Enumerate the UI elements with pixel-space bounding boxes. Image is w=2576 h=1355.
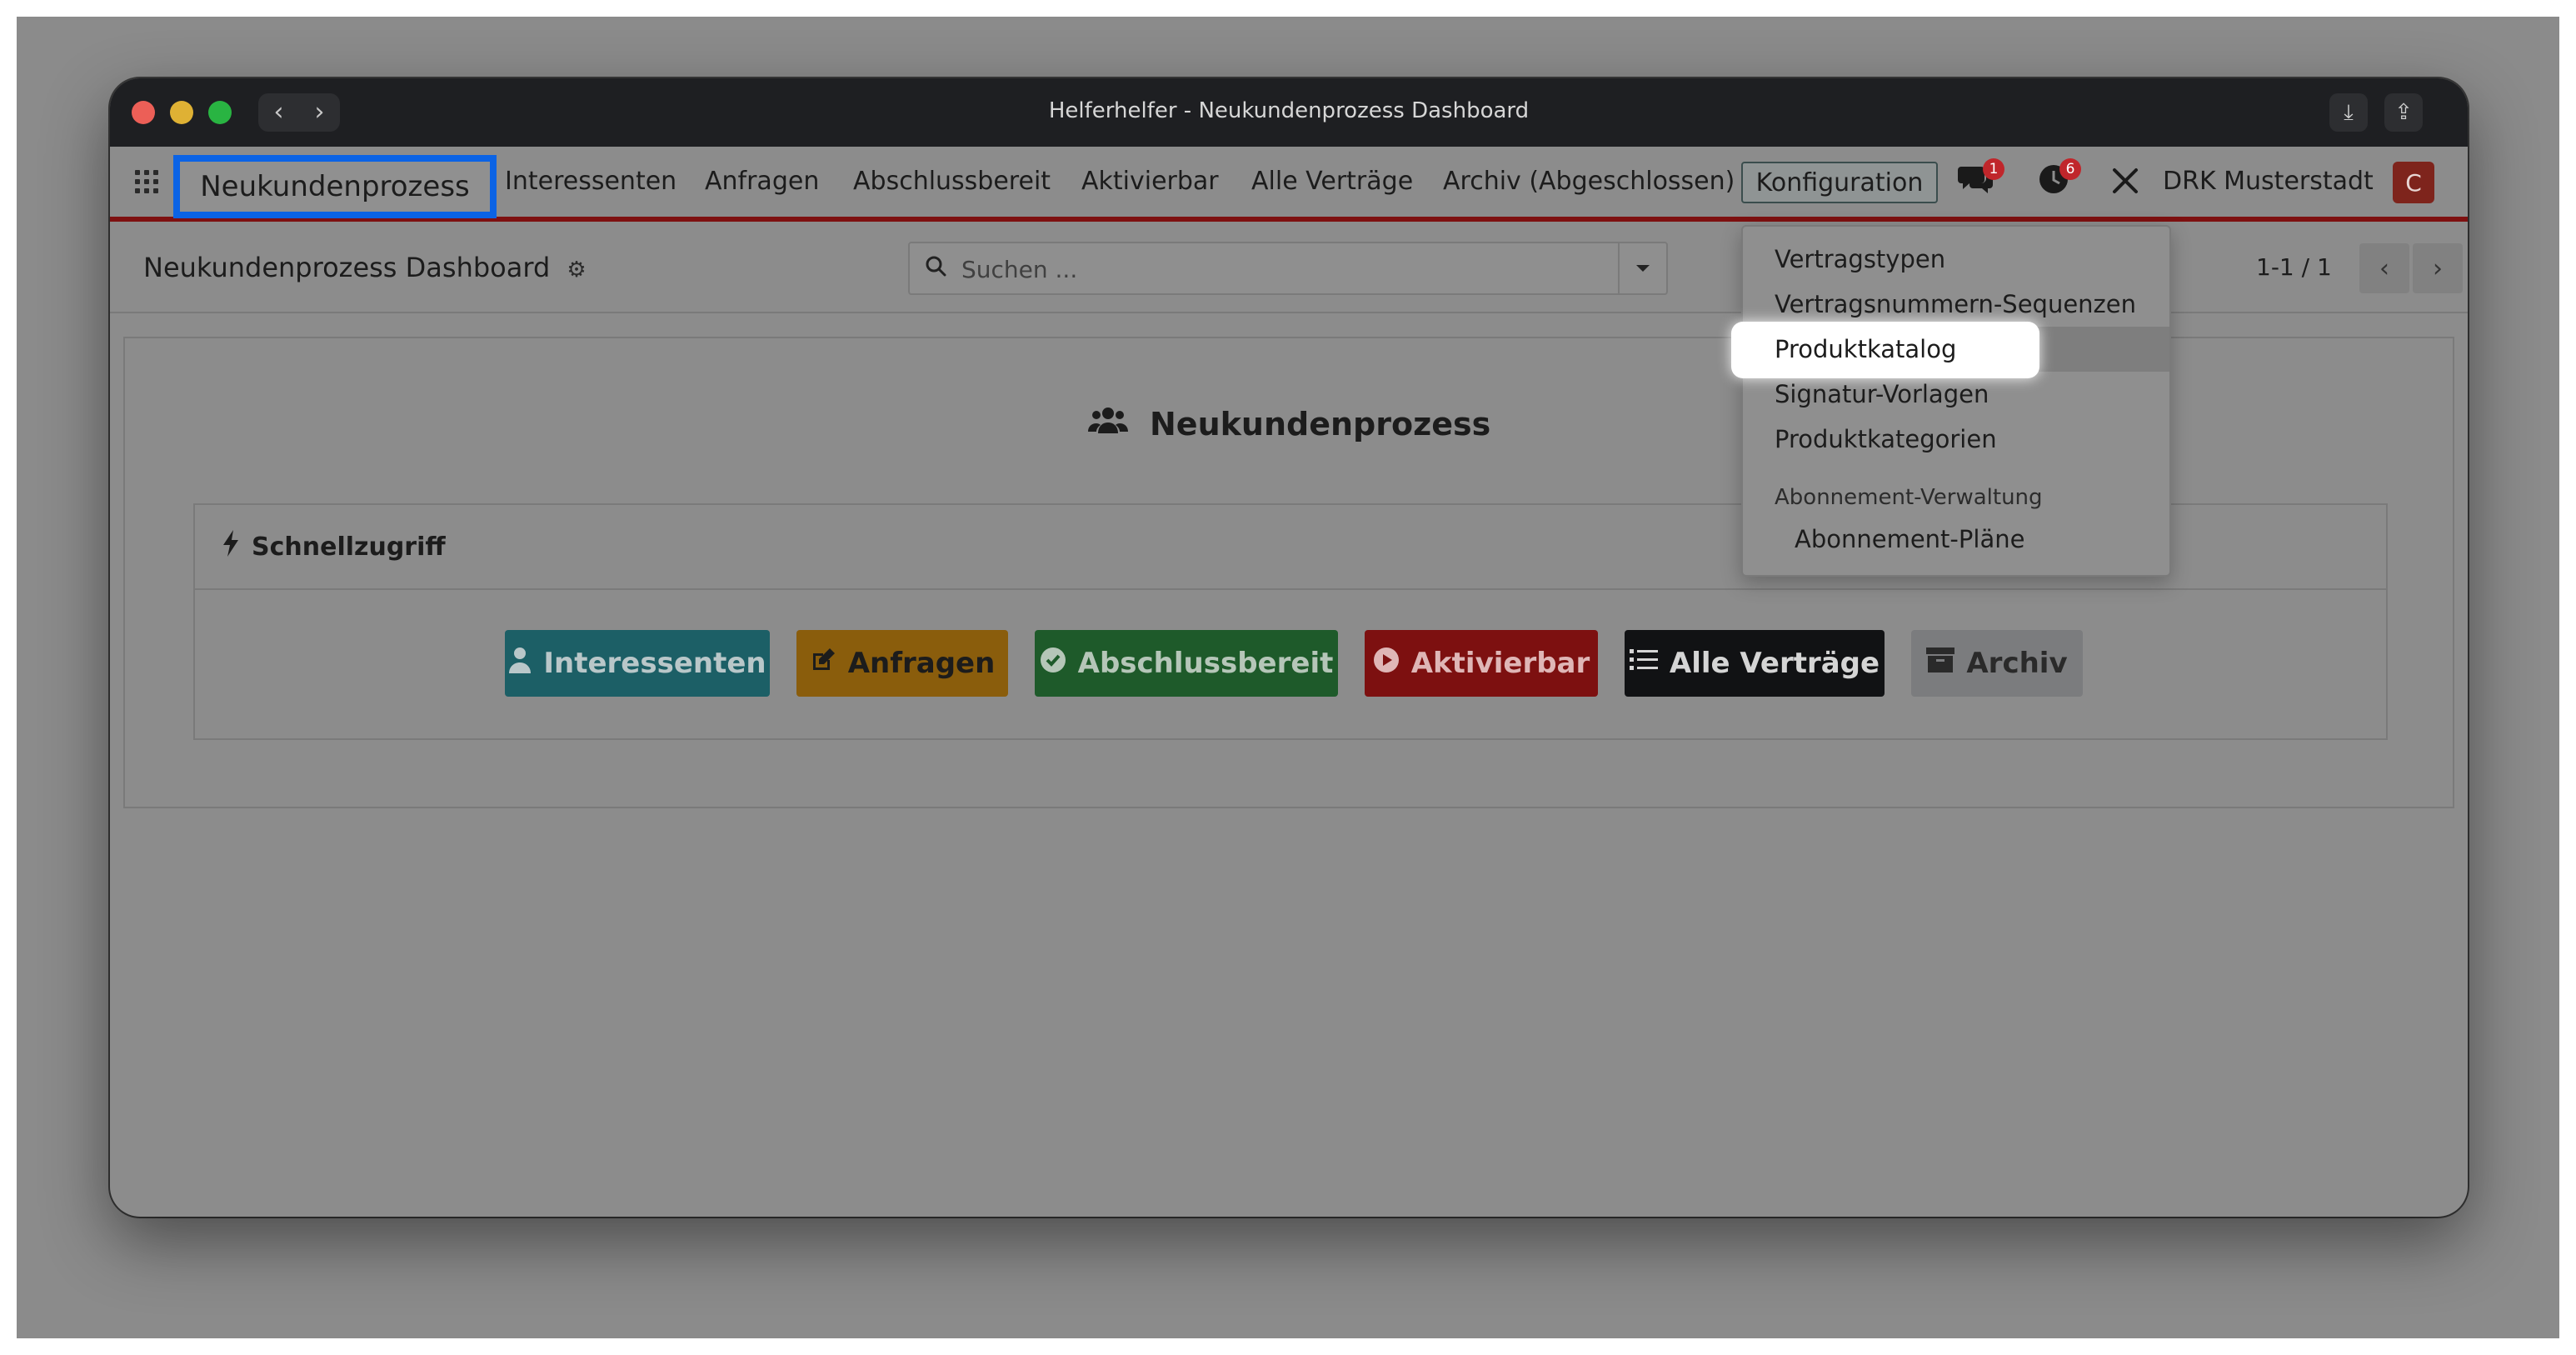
search-icon: [925, 255, 946, 282]
menu-section-abonnement-verwaltung: Abonnement-Verwaltung: [1775, 485, 2043, 510]
quick-button-abschlussbereit[interactable]: Abschlussbereit: [1035, 630, 1338, 697]
pager-previous-button[interactable]: ‹: [2359, 243, 2409, 293]
main-navbar: Neukundenprozess Interessenten Anfragen …: [110, 147, 2468, 222]
nav-item-abschlussbereit[interactable]: Abschlussbereit: [853, 167, 1051, 196]
menu-item-produktkategorien[interactable]: Produktkategorien: [1775, 425, 1997, 453]
nav-item-interessenten[interactable]: Interessenten: [505, 167, 676, 196]
quick-button-anfragen[interactable]: Anfragen: [796, 630, 1008, 697]
play-circle-icon: [1373, 647, 1400, 680]
pager-value[interactable]: 1-1 / 1: [2256, 253, 2332, 281]
archive-icon: [1926, 648, 1955, 679]
dashboard-title-text: Neukundenprozess: [1150, 406, 1491, 442]
pager-next-button[interactable]: ›: [2413, 243, 2463, 293]
window-title: Helferhelfer - Neukundenprozess Dashboar…: [1048, 98, 1530, 123]
nav-item-archiv[interactable]: Archiv (Abgeschlossen): [1443, 167, 1735, 196]
app-brand[interactable]: Neukundenprozess: [173, 155, 497, 218]
nav-item-konfiguration[interactable]: Konfiguration: [1741, 162, 1938, 203]
menu-item-vertragstypen[interactable]: Vertragstypen: [1775, 245, 1945, 273]
company-switcher[interactable]: DRK Musterstadt: [2163, 167, 2374, 196]
list-icon: [1629, 648, 1658, 679]
share-icon[interactable]: ⇪: [2384, 93, 2423, 132]
quick-button-interessenten[interactable]: Interessenten: [505, 630, 770, 697]
user-icon: [508, 647, 532, 680]
caret-down-icon: [1636, 265, 1650, 272]
messages-badge: 1: [1983, 158, 2004, 180]
title-bar: ‹ › Helferhelfer - Neukundenprozess Dash…: [110, 78, 2468, 147]
nav-item-alle-vertraege[interactable]: Alle Verträge: [1251, 167, 1413, 196]
download-icon[interactable]: ⤓: [2329, 93, 2368, 132]
edit-icon: [810, 647, 836, 680]
users-icon: [1087, 405, 1129, 442]
bolt-icon: [222, 530, 240, 563]
page-title: Neukundenprozess Dashboard: [143, 252, 551, 283]
menu-item-produktkatalog[interactable]: Produktkatalog: [1775, 335, 1956, 363]
search-bar: [908, 242, 1668, 295]
quick-button-archiv[interactable]: Archiv: [1911, 630, 2083, 697]
activities-badge: 6: [2059, 158, 2081, 180]
breadcrumb: Neukundenprozess Dashboard ⚙: [143, 252, 587, 283]
nav-item-aktivierbar[interactable]: Aktivierbar: [1081, 167, 1219, 196]
menu-item-signatur-vorlagen[interactable]: Signatur-Vorlagen: [1775, 380, 1989, 408]
konfiguration-dropdown-menu: Vertragstypen Vertragsnummern-Sequenzen …: [1731, 225, 2171, 577]
quick-button-aktivierbar[interactable]: Aktivierbar: [1365, 630, 1598, 697]
check-circle-icon: [1040, 647, 1066, 680]
app-grid-icon[interactable]: [135, 170, 158, 193]
nav-item-anfragen[interactable]: Anfragen: [705, 167, 819, 196]
search-options-dropdown[interactable]: [1618, 243, 1666, 293]
quick-access-title: Schnellzugriff: [252, 532, 446, 562]
user-avatar[interactable]: C: [2393, 162, 2434, 203]
gear-icon[interactable]: ⚙: [567, 258, 586, 282]
quick-button-alle-vertraege[interactable]: Alle Verträge: [1625, 630, 1885, 697]
search-input[interactable]: [961, 252, 1611, 287]
menu-item-vertragsnummern-sequenzen[interactable]: Vertragsnummern-Sequenzen: [1775, 290, 2136, 318]
browser-window: ‹ › Helferhelfer - Neukundenprozess Dash…: [110, 78, 2468, 1217]
menu-item-abonnement-plaene[interactable]: Abonnement-Pläne: [1795, 525, 2024, 553]
tools-icon[interactable]: [2111, 167, 2139, 202]
